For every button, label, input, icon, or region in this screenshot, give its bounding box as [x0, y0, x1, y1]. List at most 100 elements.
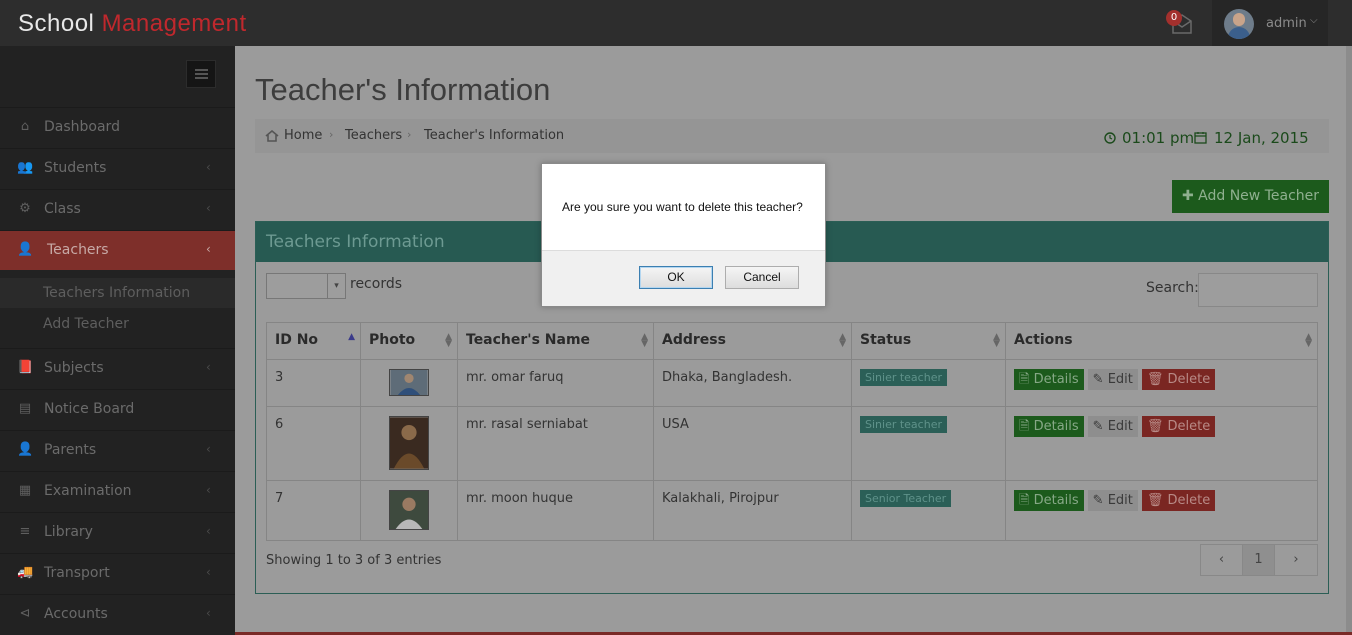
mail-count-badge: 0 — [1166, 10, 1182, 26]
sidebar-item-examination[interactable]: ▦ Examination ‹ — [0, 471, 235, 511]
sidebar-item-label: Transport — [44, 565, 110, 581]
sort-icon: ▲ ▼ — [839, 332, 846, 349]
edit-button[interactable]: ✎ Edit — [1087, 416, 1138, 437]
column-header-actions[interactable]: Actions ▲ ▼ — [1005, 322, 1318, 360]
pagination: ‹ 1 › — [1200, 544, 1318, 576]
pagination-prev-button[interactable]: ‹ — [1201, 545, 1243, 575]
panel-title: Teachers Information — [266, 232, 445, 252]
sidebar-item-class[interactable]: ⚙ Class ‹ — [0, 189, 235, 229]
chevron-left-icon: ‹ — [206, 201, 211, 215]
status-badge: Senior Teacher — [860, 490, 952, 507]
chevron-right-icon: › — [407, 128, 412, 141]
chevron-left-icon: ‹ — [206, 360, 211, 374]
teacher-photo — [389, 416, 429, 470]
sidebar-item-parents[interactable]: 👤 Parents ‹ — [0, 430, 235, 470]
add-teacher-button[interactable]: ✚ Add New Teacher — [1172, 180, 1329, 213]
column-header-name[interactable]: Teacher's Name ▲ ▼ — [457, 322, 654, 360]
cell-photo — [360, 480, 458, 541]
cell-actions: 🗎 Details ✎ Edit 🗑 Delete — [1005, 480, 1318, 541]
details-button[interactable]: 🗎 Details — [1014, 369, 1084, 390]
sidebar-item-subjects[interactable]: 📕 Subjects ‹ — [0, 348, 235, 388]
calendar-icon — [1194, 132, 1207, 144]
trash-icon: 🗑 — [1146, 493, 1168, 508]
brand-text-school: School — [18, 10, 102, 37]
cogs-icon: ⚙ — [19, 201, 31, 216]
delete-button[interactable]: 🗑 Delete — [1141, 416, 1216, 437]
table-row: 3 mr. omar faruq Dhaka, Bangladesh. Sini… — [266, 359, 1318, 407]
sort-icon: ▲ ▼ — [993, 332, 1000, 349]
file-icon: 🗎 — [1019, 372, 1034, 387]
column-header-label: Actions — [1014, 332, 1073, 348]
column-header-id[interactable]: ID No ▲ — [266, 322, 361, 360]
edit-button[interactable]: ✎ Edit — [1087, 369, 1138, 390]
cancel-button[interactable]: Cancel — [725, 266, 799, 289]
page-scrollbar[interactable] — [1346, 46, 1352, 635]
breadcrumb-teachers[interactable]: Teachers — [345, 128, 402, 143]
dialog-message: Are you sure you want to delete this tea… — [562, 200, 803, 214]
column-header-label: ID No — [275, 332, 319, 348]
brand-logo[interactable]: School Management — [18, 10, 247, 38]
cell-actions: 🗎 Details ✎ Edit 🗑 Delete — [1005, 406, 1318, 481]
sidebar-item-transport[interactable]: 🚚 Transport ‹ — [0, 553, 235, 593]
chevron-right-icon: › — [329, 128, 334, 141]
delete-label: Delete — [1167, 493, 1211, 508]
edit-label: Edit — [1107, 419, 1133, 434]
user-icon: 👤 — [17, 442, 34, 457]
edit-icon: ✎ — [1092, 372, 1108, 387]
chevron-left-icon: ‹ — [206, 606, 211, 620]
search-input[interactable] — [1198, 273, 1318, 307]
pagination-page-button[interactable]: 1 — [1243, 545, 1275, 575]
edit-label: Edit — [1107, 493, 1133, 508]
chevron-left-icon: ‹ — [206, 483, 211, 497]
breadcrumb-home[interactable]: Home — [284, 128, 322, 143]
sidebar-item-label: Examination — [44, 483, 132, 499]
cell-name: mr. rasal serniabat — [457, 406, 654, 481]
teacher-photo — [389, 369, 429, 396]
sidebar-item-accounts[interactable]: ⊲ Accounts ‹ — [0, 594, 235, 634]
column-header-address[interactable]: Address ▲ ▼ — [653, 322, 852, 360]
column-header-label: Photo — [369, 332, 416, 348]
sidebar-item-dashboard[interactable]: ⌂ Dashboard — [0, 107, 235, 147]
sidebar-subitem-add-teacher[interactable]: Add Teacher — [0, 309, 235, 339]
ok-button[interactable]: OK — [639, 266, 713, 289]
details-button[interactable]: 🗎 Details — [1014, 416, 1084, 437]
column-header-photo[interactable]: Photo ▲ ▼ — [360, 322, 458, 360]
delete-button[interactable]: 🗑 Delete — [1141, 490, 1216, 511]
truck-icon: 🚚 — [17, 565, 34, 580]
sidebar-subitem-teachers-information[interactable]: Teachers Information — [0, 278, 235, 308]
current-date: 12 Jan, 2015 — [1214, 129, 1309, 147]
sidebar: ⌂ Dashboard 👥 Students ‹ ⚙ Class ‹ 👤 Tea… — [0, 46, 235, 635]
home-icon — [265, 130, 279, 142]
sidebar-item-label: Notice Board — [44, 401, 135, 417]
sidebar-item-label: Library — [44, 524, 93, 540]
user-name: admin — [1266, 16, 1307, 31]
list-icon: ≡ — [19, 524, 31, 539]
sidebar-item-notice-board[interactable]: ▤ Notice Board — [0, 389, 235, 429]
main-content: Teacher's Information Home › Teachers › … — [235, 46, 1352, 635]
home-icon: ⌂ — [20, 119, 30, 134]
table-header-row: ID No ▲ Photo ▲ ▼ Teacher's Name ▲ ▼ Address ▲… — [266, 322, 1318, 360]
delete-button[interactable]: 🗑 Delete — [1141, 369, 1216, 390]
pagination-next-button[interactable]: › — [1275, 545, 1317, 575]
user-icon: 👤 — [17, 242, 34, 257]
sidebar-item-students[interactable]: 👥 Students ‹ — [0, 148, 235, 188]
current-time: 01:01 pm — [1122, 129, 1195, 147]
records-per-page-select[interactable]: ▾ — [266, 273, 346, 299]
details-button[interactable]: 🗎 Details — [1014, 490, 1084, 511]
column-header-status[interactable]: Status ▲ ▼ — [851, 322, 1006, 360]
page-title: Teacher's Information — [255, 72, 551, 107]
column-header-label: Teacher's Name — [466, 332, 591, 348]
sidebar-toggle-button[interactable] — [186, 60, 216, 88]
notice-board-icon: ▤ — [18, 401, 32, 416]
clock-icon — [1104, 132, 1116, 144]
chevron-left-icon: ‹ — [206, 442, 211, 456]
delete-label: Delete — [1167, 419, 1211, 434]
edit-button[interactable]: ✎ Edit — [1087, 490, 1138, 511]
book-icon: 📕 — [17, 360, 34, 375]
sidebar-item-teachers[interactable]: 👤 Teachers ‹ — [0, 230, 235, 270]
breadcrumb-current: Teacher's Information — [424, 128, 565, 143]
sidebar-item-library[interactable]: ≡ Library ‹ — [0, 512, 235, 552]
sidebar-item-label: Class — [44, 201, 81, 217]
user-menu[interactable]: admin ⌵ — [1212, 0, 1328, 46]
plus-icon: ✚ — [1181, 188, 1199, 204]
